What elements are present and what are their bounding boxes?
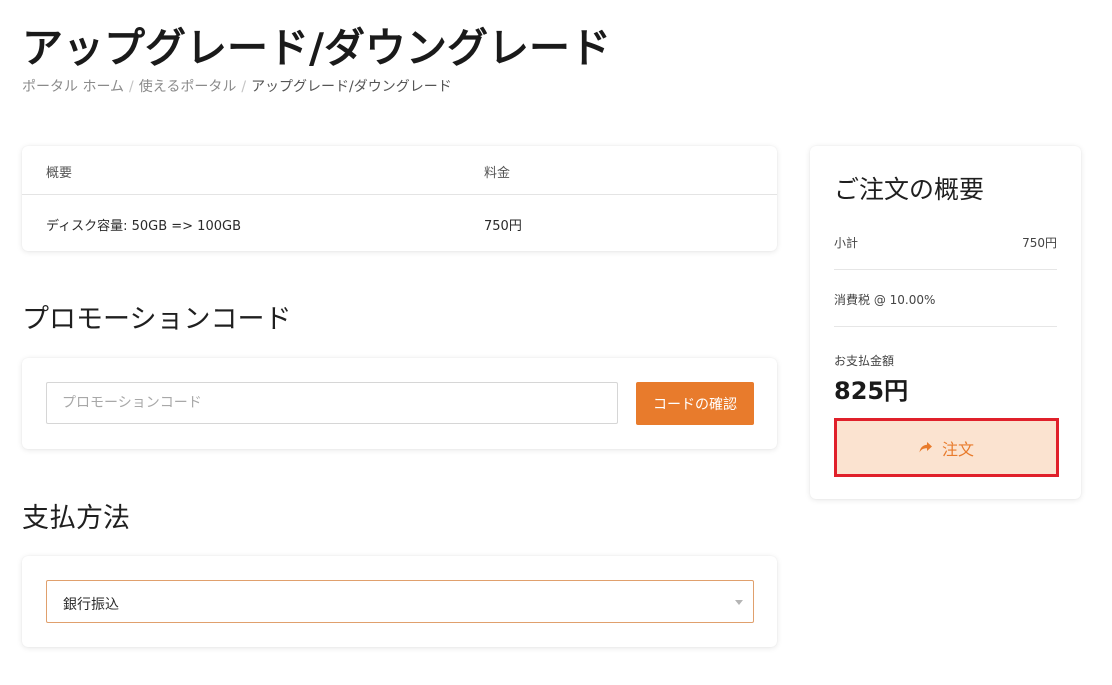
tax-line: 消費税 @ 10.00%	[834, 291, 1057, 327]
column-header-description: 概要	[46, 166, 73, 181]
validate-code-button[interactable]: コードの確認	[636, 382, 754, 425]
payment-section-title: 支払方法	[22, 503, 130, 534]
page-title: アップグレード/ダウングレード	[22, 24, 611, 72]
breadcrumb: ポータル ホーム / 使えるポータル / アップグレード/ダウングレード	[22, 76, 452, 96]
subtotal-value: 750円	[1022, 236, 1057, 250]
total-label: お支払金額	[834, 354, 895, 368]
breadcrumb-item-portal[interactable]: 使えるポータル	[139, 79, 237, 95]
payment-method-select[interactable]: 銀行振込	[46, 580, 754, 623]
caret-down-icon	[735, 600, 743, 605]
subtotal-label: 小計	[834, 236, 859, 250]
breadcrumb-separator: /	[129, 79, 134, 95]
item-price: 750円	[484, 219, 522, 234]
item-description: ディスク容量: 50GB => 100GB	[46, 219, 241, 234]
page: アップグレード/ダウングレード ポータル ホーム / 使えるポータル / アップグレード…	[0, 0, 1112, 685]
payment-method-value: 銀行振込	[63, 597, 119, 613]
breadcrumb-item-portal-home[interactable]: ポータル ホーム	[22, 79, 124, 95]
promo-card: コードの確認	[22, 358, 777, 449]
share-icon	[919, 438, 932, 457]
subtotal-line: 小計 750円	[834, 234, 1057, 270]
promo-code-input[interactable]	[46, 382, 618, 424]
place-order-button[interactable]: 注文	[834, 418, 1059, 477]
table-header: 概要 料金	[22, 146, 777, 195]
items-table: 概要 料金 ディスク容量: 50GB => 100GB 750円	[22, 146, 777, 251]
place-order-label: 注文	[941, 439, 974, 459]
breadcrumb-separator: /	[241, 79, 247, 95]
payment-card: 銀行振込	[22, 556, 777, 647]
summary-title: ご注文の概要	[834, 175, 985, 204]
breadcrumb-item-current: アップグレード/ダウングレード	[251, 79, 452, 95]
column-header-price: 料金	[484, 166, 511, 181]
promo-section-title: プロモーションコード	[22, 304, 292, 335]
tax-label: 消費税 @ 10.00%	[834, 293, 936, 307]
table-row: ディスク容量: 50GB => 100GB 750円	[22, 195, 777, 251]
order-summary: ご注文の概要 小計 750円 消費税 @ 10.00% お支払金額 825円 注…	[810, 146, 1081, 499]
total-value: 825円	[834, 377, 909, 405]
